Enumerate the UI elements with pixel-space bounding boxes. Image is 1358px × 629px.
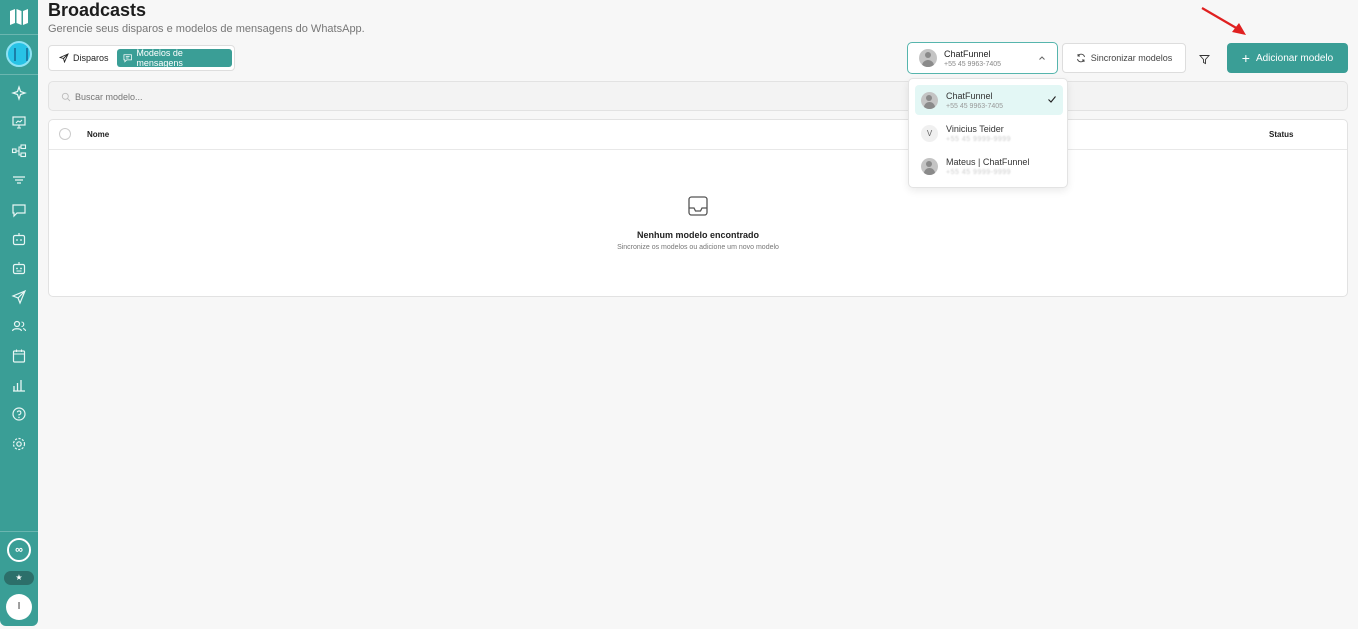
sidebar-divider [0,34,38,35]
channel-option-name: ChatFunnel [946,91,993,101]
chevron-up-icon [1039,56,1045,60]
channel-option-vinicius-teider[interactable]: V Vinicius Teider +55 45 9999-9999 [915,118,1063,148]
view-toggle: Disparos Modelos de mensagens [48,45,235,71]
bot-alt-icon[interactable] [11,260,27,276]
help-icon[interactable] [11,406,27,422]
page-subtitle: Gerencie seus disparos e modelos de mens… [48,23,365,35]
filter-button[interactable] [1194,49,1214,69]
channel-avatar [921,92,938,109]
channel-option-name: Mateus | ChatFunnel [946,157,1030,167]
sidebar: ∞ ★ I [0,0,38,626]
select-all-checkbox[interactable] [59,128,71,140]
channel-dropdown: ChatFunnel +55 45 9963-7405 V Vinicius T… [908,78,1068,188]
bar-chart-icon[interactable] [11,377,27,393]
table-header: Nome Status [49,120,1347,150]
app-logo-icon[interactable] [9,8,29,26]
tab-label: Disparos [73,53,109,63]
refresh-icon [1076,53,1085,63]
presentation-icon[interactable] [11,114,27,130]
models-table: Nome Status Nenhum modelo encontrado Sin… [48,119,1348,297]
column-header-name: Nome [87,130,110,139]
filter-icon [1198,54,1210,64]
chat-icon[interactable] [11,202,27,218]
channel-avatar [919,49,937,67]
channel-option-name: Vinicius Teider [946,124,1004,134]
star-badge[interactable]: ★ [4,571,34,585]
bot-icon[interactable] [11,231,27,247]
channel-phone: +55 45 9963-7405 [944,61,1002,68]
check-icon [1048,96,1056,103]
channel-option-mateus-chatfunnel[interactable]: Mateus | ChatFunnel +55 45 9999-9999 [915,151,1063,181]
workspace-avatar[interactable] [6,41,32,67]
filter-lines-icon[interactable] [11,172,27,188]
sidebar-divider [0,531,38,532]
channel-select[interactable]: ChatFunnel +55 45 9963-7405 [907,42,1058,74]
search-icon [61,92,71,102]
column-header-status: Status [1269,130,1294,139]
infinity-icon[interactable]: ∞ [7,538,31,562]
empty-state-description: Sincronize os modelos ou adicione um nov… [617,244,779,251]
add-model-label: Adicionar modelo [1255,52,1334,64]
sync-models-label: Sincronizar modelos [1090,53,1173,63]
users-icon[interactable] [11,318,27,334]
inbox-icon [688,196,708,216]
sync-models-button[interactable]: Sincronizar modelos [1062,43,1186,73]
add-model-button[interactable]: + Adicionar modelo [1227,43,1348,73]
settings-icon[interactable] [11,436,27,452]
channel-option-phone: +55 45 9999-9999 [946,169,1012,176]
channel-option-phone: +55 45 9999-9999 [946,136,1012,143]
channel-option-chatfunnel[interactable]: ChatFunnel +55 45 9963-7405 [915,85,1063,115]
channel-avatar [921,158,938,175]
sparkles-icon[interactable] [11,85,27,101]
search-bar [48,81,1348,111]
channel-option-phone: +55 45 9963-7405 [946,103,1004,110]
user-avatar[interactable]: I [6,594,32,620]
search-input[interactable] [75,88,675,106]
send-icon [59,53,69,63]
flow-icon[interactable] [11,143,27,159]
sidebar-divider [0,74,38,75]
channel-avatar: V [921,125,938,142]
annotation-arrow-icon [1201,7,1246,35]
empty-state-title: Nenhum modelo encontrado [636,230,759,240]
page-title: Broadcasts [48,0,147,20]
tab-modelos-de-mensagens[interactable]: Modelos de mensagens [117,48,232,68]
send-icon[interactable] [11,289,27,305]
channel-name: ChatFunnel [944,49,991,59]
message-square-icon [123,54,132,63]
tab-label: Modelos de mensagens [136,48,183,68]
tab-disparos[interactable]: Disparos [53,49,115,67]
calendar-icon[interactable] [11,348,27,364]
plus-icon: + [1241,50,1250,66]
